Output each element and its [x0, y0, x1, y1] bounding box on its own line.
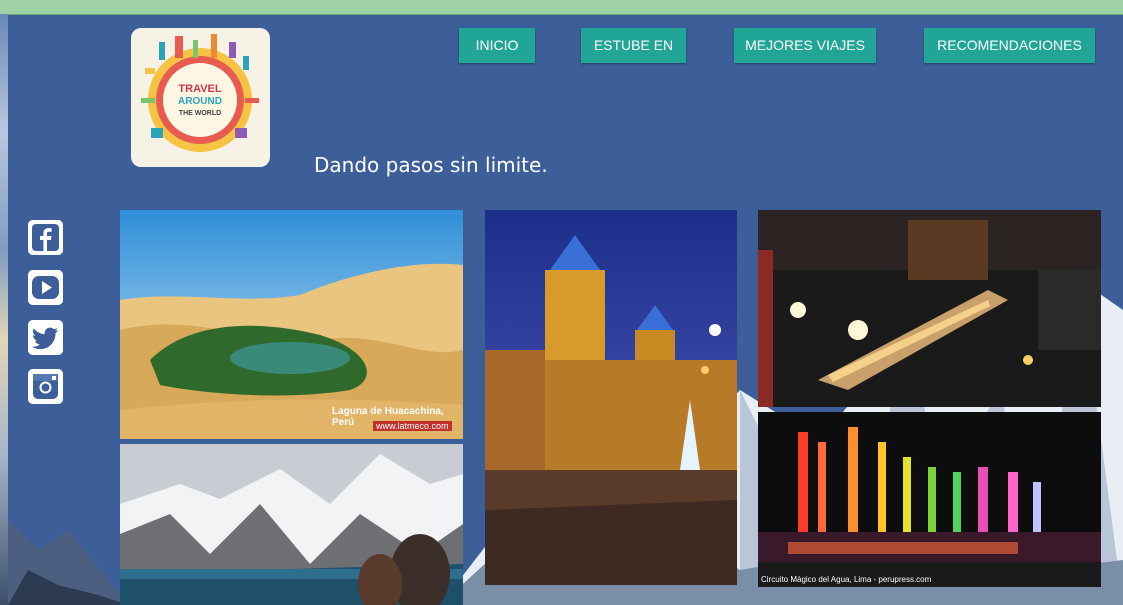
globe-icon: TRAVEL AROUND THE WORLD: [141, 34, 259, 152]
photo-huacachina[interactable]: Laguna de Huacachina, Perú www.latmeco.c…: [120, 210, 463, 439]
photo-night-bridge[interactable]: [758, 210, 1101, 407]
photo-caption: Circuito Mágico del Agua, Lima - perupre…: [761, 575, 932, 584]
photo-cathedral[interactable]: [485, 210, 737, 585]
photo-mountain-lake[interactable]: [120, 444, 463, 605]
instagram-icon[interactable]: [28, 369, 63, 404]
nav-inicio-button[interactable]: INICIO: [459, 28, 535, 63]
facebook-icon[interactable]: [28, 220, 63, 255]
photo-magic-fountain[interactable]: Circuito Mágico del Agua, Lima - perupre…: [758, 412, 1101, 587]
nav-recomendaciones-button[interactable]: RECOMENDACIONES: [924, 28, 1095, 63]
photo-credit: www.latmeco.com: [373, 421, 452, 431]
background-mountains-left: [8, 520, 128, 605]
twitter-icon[interactable]: [28, 320, 63, 355]
logo-line2: AROUND: [178, 96, 222, 107]
logo-line3: THE WORLD: [179, 110, 221, 117]
travel-logo[interactable]: TRAVEL AROUND THE WORLD: [131, 28, 270, 167]
nav-mejores-viajes-button[interactable]: MEJORES VIAJES: [734, 28, 876, 63]
tagline: Dando pasos sin limite.: [314, 153, 548, 177]
youtube-icon[interactable]: [28, 270, 63, 305]
logo-line1: TRAVEL: [178, 83, 221, 95]
nav-estube-en-button[interactable]: ESTUBE EN: [581, 28, 686, 63]
top-bar: [0, 0, 1123, 15]
background-edge: [0, 14, 8, 605]
